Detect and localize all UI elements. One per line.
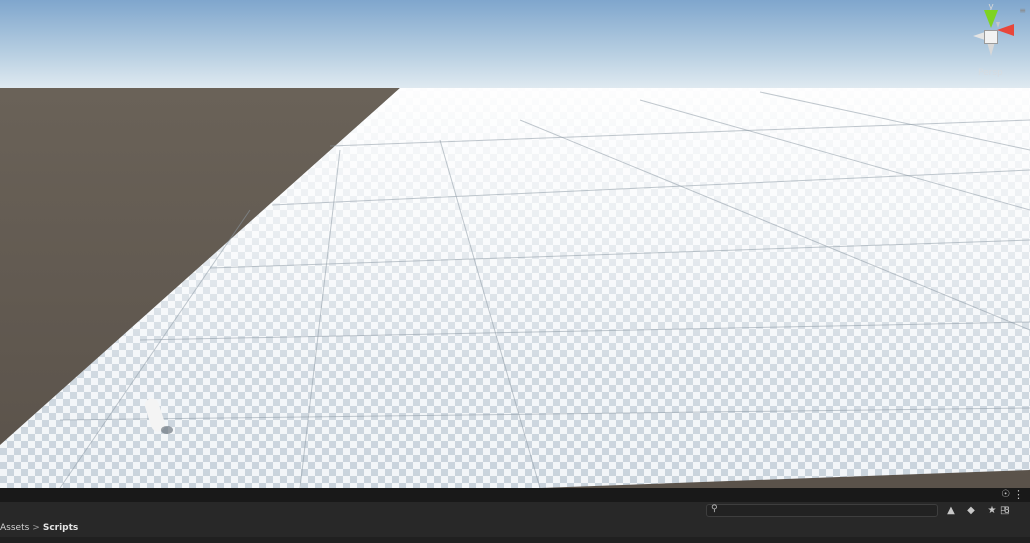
hidden-packages-count: 8 (1004, 506, 1010, 516)
project-toolbar: ⚲ ▲ ◆ ★ ◰ 8 (0, 502, 1030, 520)
panel-header: ☉ ⋮ (0, 488, 1030, 502)
orientation-gizmo[interactable]: y Persp ≡ (970, 2, 1026, 82)
more-icon[interactable]: ⋮ (1013, 488, 1024, 501)
breadcrumb: Assets > Scripts (0, 520, 1030, 537)
projection-label[interactable]: Persp (978, 68, 1003, 78)
favorite-star-icon[interactable]: ★ (983, 504, 1001, 518)
sky (0, 0, 1030, 100)
gizmo-menu-icon[interactable]: ≡ (1019, 6, 1026, 15)
filter-by-type-icon[interactable]: ▲ (942, 504, 960, 518)
search-input[interactable] (721, 505, 931, 516)
gizmo-center-cube[interactable] (984, 30, 998, 44)
scene-render (0, 0, 1030, 488)
scene-viewport[interactable]: y Persp ≡ (0, 0, 1030, 488)
breadcrumb-item-scripts[interactable]: Scripts (43, 520, 78, 537)
gizmo-axes-icon (973, 10, 1014, 56)
breadcrumb-separator: > (32, 523, 40, 533)
search-icon: ⚲ (711, 504, 718, 514)
search-field[interactable]: ⚲ (706, 504, 938, 517)
filter-by-label-icon[interactable]: ◆ (962, 504, 980, 518)
bottom-strip (0, 537, 1030, 543)
lock-icon[interactable]: ☉ (1001, 489, 1010, 500)
breadcrumb-item-assets[interactable]: Assets (0, 520, 29, 537)
